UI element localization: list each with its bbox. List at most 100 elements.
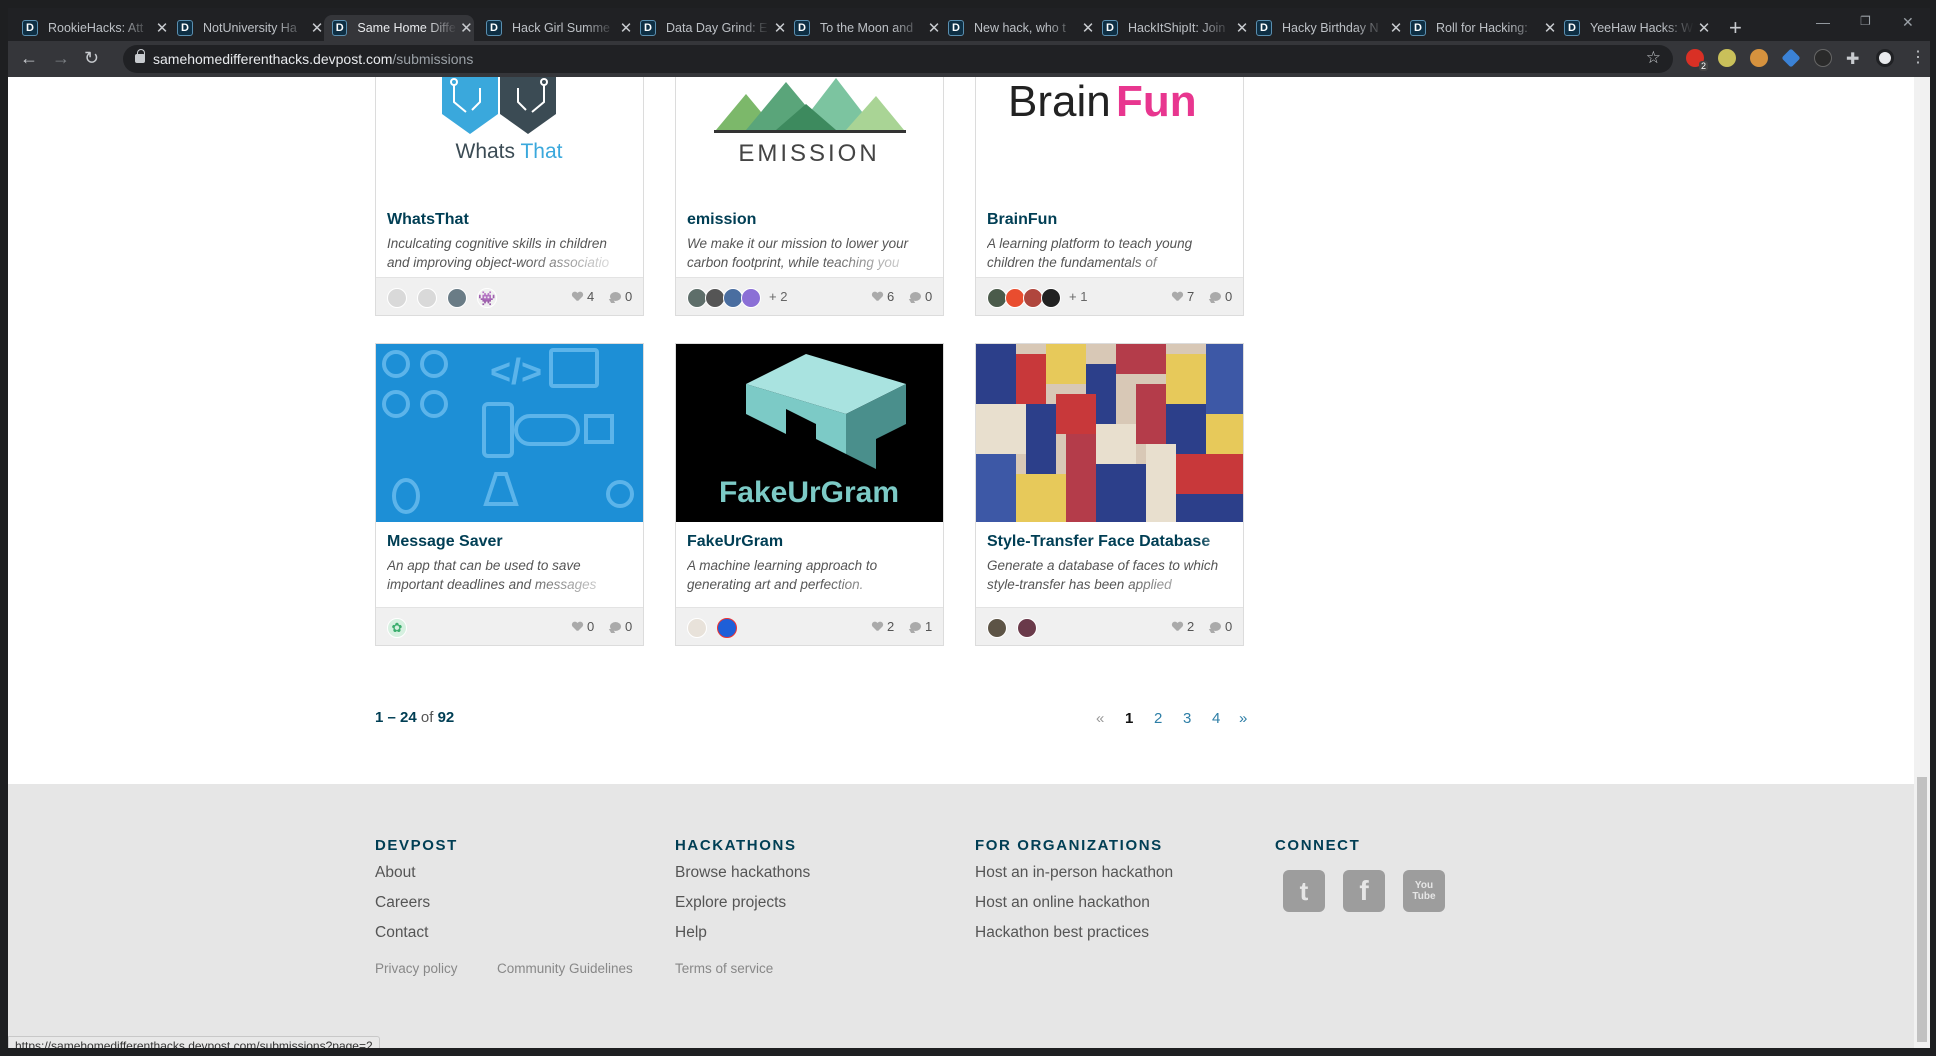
footer-link-help[interactable]: Help <box>675 924 707 942</box>
tab-new-hack[interactable]: D New hack, who t ✕ <box>948 15 1096 41</box>
tab-rookiehacks[interactable]: D RookieHacks: Att ✕ <box>22 15 170 41</box>
facebook-icon[interactable]: f <box>1343 870 1385 912</box>
tab-hackitshipit[interactable]: D HackItShipIt: Join ✕ <box>1102 15 1250 41</box>
footer-link-contact[interactable]: Contact <box>375 924 428 942</box>
project-thumbnail[interactable]: Brain Fun <box>976 77 1243 199</box>
twitter-icon[interactable]: t <box>1283 870 1325 912</box>
page-scrollbar[interactable] <box>1914 77 1930 1056</box>
avatar[interactable] <box>1041 288 1061 308</box>
avatar[interactable] <box>987 618 1007 638</box>
extension-icon[interactable] <box>1814 49 1832 67</box>
avatar[interactable] <box>447 288 467 308</box>
footer-link-careers[interactable]: Careers <box>375 894 430 912</box>
project-thumbnail[interactable] <box>976 344 1243 522</box>
avatar[interactable] <box>1017 618 1037 638</box>
avatar[interactable] <box>741 288 761 308</box>
minimize-icon[interactable]: — <box>1816 14 1830 30</box>
project-thumbnail[interactable]: Whats That <box>376 77 643 199</box>
bookmark-star-icon[interactable]: ☆ <box>1646 48 1661 68</box>
forward-icon[interactable]: → <box>52 49 70 67</box>
tab-to-the-moon[interactable]: D To the Moon and ✕ <box>794 15 942 41</box>
close-tab-icon[interactable]: ✕ <box>459 19 474 37</box>
page-link-4[interactable]: 4 <box>1212 710 1220 727</box>
project-thumbnail[interactable]: </> <box>376 344 643 522</box>
tab-notuniversity[interactable]: D NotUniversity Ha ✕ <box>177 15 325 41</box>
project-title[interactable]: emission <box>687 211 937 229</box>
prev-page-link[interactable]: « <box>1096 710 1104 727</box>
tab-yeehaw-hacks[interactable]: D YeeHaw Hacks: W ✕ <box>1564 15 1712 41</box>
terms-of-service-link[interactable]: Terms of service <box>675 961 773 976</box>
avatar[interactable] <box>687 288 707 308</box>
close-window-icon[interactable]: ✕ <box>1902 14 1914 31</box>
tab-hacky-birthday[interactable]: D Hacky Birthday N ✕ <box>1256 15 1404 41</box>
community-guidelines-link[interactable]: Community Guidelines <box>497 961 633 976</box>
footer-link-best-practices[interactable]: Hackathon best practices <box>975 924 1149 942</box>
close-tab-icon[interactable]: ✕ <box>309 19 325 37</box>
close-tab-icon[interactable]: ✕ <box>772 19 788 37</box>
project-title[interactable]: WhatsThat <box>387 211 637 229</box>
close-tab-icon[interactable]: ✕ <box>1696 19 1712 37</box>
address-bar[interactable]: samehomedifferenthacks.devpost.com/submi… <box>123 45 1673 73</box>
more-members[interactable]: + 1 <box>1069 289 1087 304</box>
tab-roll-for-hacking[interactable]: D Roll for Hacking: ✕ <box>1410 15 1558 41</box>
footer-link-explore-projects[interactable]: Explore projects <box>675 894 786 912</box>
close-tab-icon[interactable]: ✕ <box>154 19 170 37</box>
page-link-2[interactable]: 2 <box>1154 710 1162 727</box>
privacy-policy-link[interactable]: Privacy policy <box>375 961 458 976</box>
tab-data-day-grind[interactable]: D Data Day Grind: E ✕ <box>640 15 788 41</box>
close-tab-icon[interactable]: ✕ <box>1080 19 1096 37</box>
avatar[interactable] <box>723 288 743 308</box>
avatar[interactable] <box>717 618 737 638</box>
extension-icon[interactable] <box>1718 49 1736 67</box>
cookie-extension-icon[interactable] <box>1750 49 1768 67</box>
tab-same-home-different-hacks[interactable]: D Same Home Diffe ✕ <box>324 15 474 41</box>
avatar[interactable]: ✿ <box>387 618 407 638</box>
lock-icon[interactable] <box>135 49 145 63</box>
new-tab-icon[interactable]: + <box>1729 17 1742 39</box>
scrollbar-thumb[interactable] <box>1917 777 1927 1042</box>
project-thumbnail[interactable]: EMISSION <box>676 77 943 199</box>
close-tab-icon[interactable]: ✕ <box>1542 19 1558 37</box>
project-title[interactable]: FakeUrGram <box>687 533 937 551</box>
project-card[interactable]: Brain Fun BrainFun A learning platform t… <box>975 77 1244 316</box>
avatar[interactable]: 👾 <box>477 288 497 308</box>
avatar[interactable] <box>1023 288 1043 308</box>
project-title[interactable]: BrainFun <box>987 211 1237 229</box>
project-thumbnail[interactable]: FakeUrGram <box>676 344 943 522</box>
close-tab-icon[interactable]: ✕ <box>926 19 942 37</box>
footer-link-host-online[interactable]: Host an online hackathon <box>975 894 1150 912</box>
footer-link-about[interactable]: About <box>375 864 416 882</box>
page-link-3[interactable]: 3 <box>1183 710 1191 727</box>
avatar[interactable] <box>687 618 707 638</box>
close-tab-icon[interactable]: ✕ <box>1234 19 1250 37</box>
project-card[interactable]: Style-Transfer Face Database Generate a … <box>975 343 1244 646</box>
extension-icon[interactable]: 2 <box>1686 49 1708 71</box>
avatar[interactable] <box>987 288 1007 308</box>
footer-link-host-in-person[interactable]: Host an in-person hackathon <box>975 864 1173 882</box>
project-card[interactable]: EMISSION emission We make it our mission… <box>675 77 944 316</box>
close-tab-icon[interactable]: ✕ <box>618 19 634 37</box>
youtube-icon[interactable]: You Tube <box>1403 870 1445 912</box>
back-icon[interactable]: ← <box>20 49 38 67</box>
avatar[interactable] <box>705 288 725 308</box>
more-members[interactable]: + 2 <box>769 289 787 304</box>
browser-menu-icon[interactable]: ⋮ <box>1910 49 1926 67</box>
avatar[interactable] <box>1005 288 1025 308</box>
next-page-link[interactable]: » <box>1239 710 1247 727</box>
tab-hack-girl-summer[interactable]: D Hack Girl Summe ✕ <box>486 15 634 41</box>
avatar[interactable] <box>417 288 437 308</box>
project-card[interactable]: </> Message Saver An app that can be use… <box>375 343 644 646</box>
footer-link-browse-hackathons[interactable]: Browse hackathons <box>675 864 810 882</box>
profile-avatar[interactable] <box>1876 49 1894 67</box>
project-title[interactable]: Style-Transfer Face Database <box>987 533 1237 551</box>
project-card[interactable]: Whats That WhatsThat Inculcating cogniti… <box>375 77 644 316</box>
reload-icon[interactable]: ↻ <box>84 49 99 67</box>
extension-icon[interactable] <box>1781 48 1801 68</box>
restore-icon[interactable]: ❐ <box>1860 14 1871 28</box>
close-tab-icon[interactable]: ✕ <box>1388 19 1404 37</box>
project-card[interactable]: FakeUrGram FakeUrGram A machine learning… <box>675 343 944 646</box>
avatar[interactable] <box>387 288 407 308</box>
project-title[interactable]: Message Saver <box>387 533 637 551</box>
page-link-1[interactable]: 1 <box>1125 710 1133 727</box>
extensions-puzzle-icon[interactable]: ✚ <box>1846 49 1864 68</box>
